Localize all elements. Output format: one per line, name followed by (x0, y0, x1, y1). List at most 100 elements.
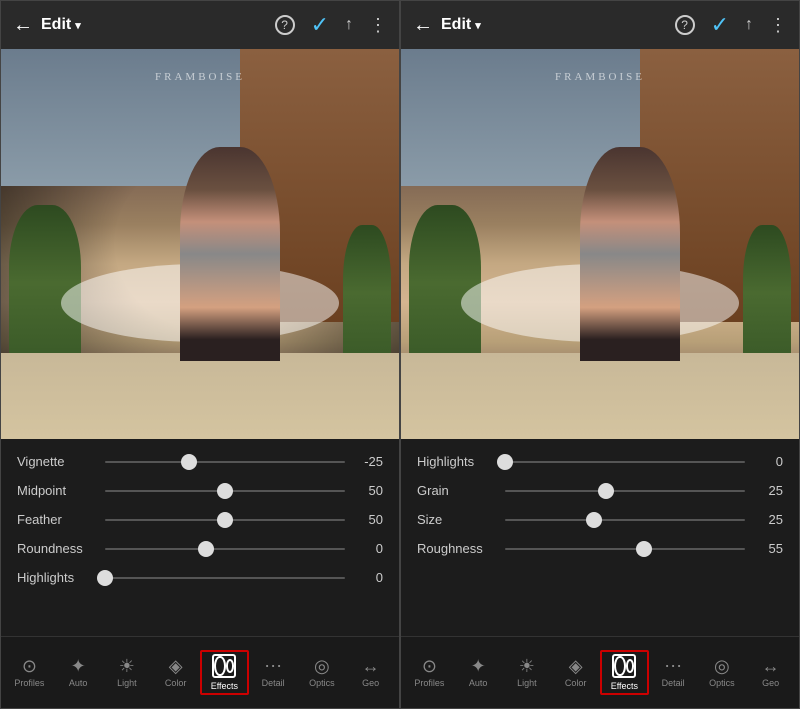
header-title[interactable]: Edit ▾ (441, 16, 481, 34)
share-button[interactable]: ↑ (345, 16, 353, 34)
nav-label-geo: Geo (762, 678, 779, 688)
slider-label-feather: Feather (17, 512, 97, 527)
panel-right: ←Edit ▾?✓↑⋮FRAMBOISEHighlights0Grain25Si… (400, 0, 800, 709)
share-button[interactable]: ↑ (745, 16, 753, 34)
nav-item-auto[interactable]: ✦Auto (54, 653, 103, 692)
nav-item-geo[interactable]: ↔Geo (346, 653, 395, 692)
nav-item-profiles[interactable]: ⊙ Profiles (5, 653, 54, 692)
light-icon: ☀ (119, 657, 135, 675)
nav-label-profiles: Profiles (14, 678, 44, 688)
slider-thumb-vignette[interactable] (181, 454, 197, 470)
nav-label-detail: Detail (662, 678, 685, 688)
image-area: FRAMBOISE (401, 49, 799, 439)
slider-thumb-roughness[interactable] (636, 541, 652, 557)
watermark: FRAMBOISE (155, 71, 245, 83)
slider-label-grain: Grain (417, 483, 497, 498)
slider-track-highlights[interactable] (505, 461, 745, 463)
slider-value-vignette: -25 (353, 454, 383, 469)
back-button[interactable]: ← (413, 14, 433, 37)
bottom-nav: ⊙ Profiles ✦Auto☀Light◈Color Effects ⋯ Detail… (1, 636, 399, 708)
slider-thumb-feather[interactable] (217, 512, 233, 528)
back-button[interactable]: ← (13, 14, 33, 37)
auto-icon: ✦ (471, 657, 486, 675)
nav-item-optics[interactable]: ◎ Optics (698, 653, 747, 692)
nav-label-color: Color (565, 678, 587, 688)
check-button[interactable]: ✓ (711, 12, 729, 38)
slider-thumb-size[interactable] (586, 512, 602, 528)
slider-row-highlights: Highlights 0 (17, 565, 383, 590)
controls-area: Vignette-25Midpoint50Feather50Roundness0… (1, 439, 399, 636)
slider-track-feather[interactable] (105, 519, 345, 521)
nav-label-optics: Optics (709, 678, 735, 688)
more-button[interactable]: ⋮ (769, 15, 787, 36)
nav-item-color[interactable]: ◈ Color (551, 653, 600, 692)
slider-row-roundness: Roundness 0 (17, 536, 383, 561)
light-icon: ☀ (519, 657, 535, 675)
slider-label-highlights: Highlights (17, 570, 97, 585)
header-actions: ? ✓ ↑ ⋮ (675, 12, 787, 38)
detail-icon: ⋯ (664, 657, 682, 675)
nav-label-effects: Effects (611, 681, 638, 691)
check-button[interactable]: ✓ (311, 12, 329, 38)
slider-value-highlights: 0 (753, 454, 783, 469)
slider-track-highlights[interactable] (105, 577, 345, 579)
nav-label-detail: Detail (262, 678, 285, 688)
geo-icon: ↔ (762, 657, 780, 675)
more-button[interactable]: ⋮ (369, 15, 387, 36)
nav-item-light[interactable]: ☀Light (503, 653, 552, 692)
nav-item-geo[interactable]: ↔ Geo (746, 653, 795, 692)
slider-value-size: 25 (753, 512, 783, 527)
photo: FRAMBOISE (401, 49, 799, 439)
nav-item-effects[interactable]: Effects (200, 650, 249, 695)
slider-thumb-grain[interactable] (598, 483, 614, 499)
slider-track-roughness[interactable] (505, 548, 745, 550)
nav-item-light[interactable]: ☀Light (103, 653, 152, 692)
slider-value-roundness: 0 (353, 541, 383, 556)
slider-thumb-roundness[interactable] (198, 541, 214, 557)
slider-label-roundness: Roundness (17, 541, 97, 556)
nav-item-detail[interactable]: ⋯ Detail (249, 653, 298, 692)
detail-icon: ⋯ (264, 657, 282, 675)
optics-icon: ◎ (714, 657, 730, 675)
help-button[interactable]: ? (275, 15, 295, 35)
nav-item-detail[interactable]: ⋯ Detail (649, 653, 698, 692)
slider-thumb-midpoint[interactable] (217, 483, 233, 499)
nav-label-auto: Auto (69, 678, 88, 688)
slider-value-feather: 50 (353, 512, 383, 527)
nav-item-optics[interactable]: ◎ Optics (298, 653, 347, 692)
slider-row-grain: Grain25 (417, 478, 783, 503)
nav-item-effects[interactable]: Effects (600, 650, 649, 695)
nav-label-profiles: Profiles (414, 678, 444, 688)
profiles-icon: ⊙ (422, 657, 437, 675)
watermark: FRAMBOISE (555, 71, 645, 83)
slider-track-midpoint[interactable] (105, 490, 345, 492)
effects-icon (212, 654, 236, 678)
slider-thumb-highlights[interactable] (97, 570, 113, 586)
effects-icon (612, 654, 636, 678)
nav-item-profiles[interactable]: ⊙ Profiles (405, 653, 454, 692)
slider-track-vignette[interactable] (105, 461, 345, 463)
slider-track-size[interactable] (505, 519, 745, 521)
slider-label-midpoint: Midpoint (17, 483, 97, 498)
nav-label-auto: Auto (469, 678, 488, 688)
nav-item-color[interactable]: ◈Color (151, 653, 200, 692)
panel-left: ← Edit ▾? ✓ ↑ ⋮ FRAMBOISE Vignette-25 Midpoint 5… (0, 0, 400, 709)
profiles-icon: ⊙ (22, 657, 37, 675)
color-icon: ◈ (169, 657, 183, 675)
optics-icon: ◎ (314, 657, 330, 675)
slider-thumb-highlights[interactable] (497, 454, 513, 470)
nav-label-effects: Effects (211, 681, 238, 691)
help-button[interactable]: ? (675, 15, 695, 35)
controls-area: Highlights0Grain25Size25Roughness55 (401, 439, 799, 636)
slider-value-highlights: 0 (353, 570, 383, 585)
color-icon: ◈ (569, 657, 583, 675)
chevron-icon: ▾ (475, 19, 481, 32)
slider-row-highlights: Highlights0 (417, 449, 783, 474)
header-title[interactable]: Edit ▾ (41, 16, 81, 34)
nav-label-optics: Optics (309, 678, 335, 688)
header: ← Edit ▾? ✓ ↑ ⋮ (401, 1, 799, 49)
slider-row-vignette: Vignette-25 (17, 449, 383, 474)
slider-track-grain[interactable] (505, 490, 745, 492)
nav-item-auto[interactable]: ✦ Auto (454, 653, 503, 692)
slider-track-roundness[interactable] (105, 548, 345, 550)
